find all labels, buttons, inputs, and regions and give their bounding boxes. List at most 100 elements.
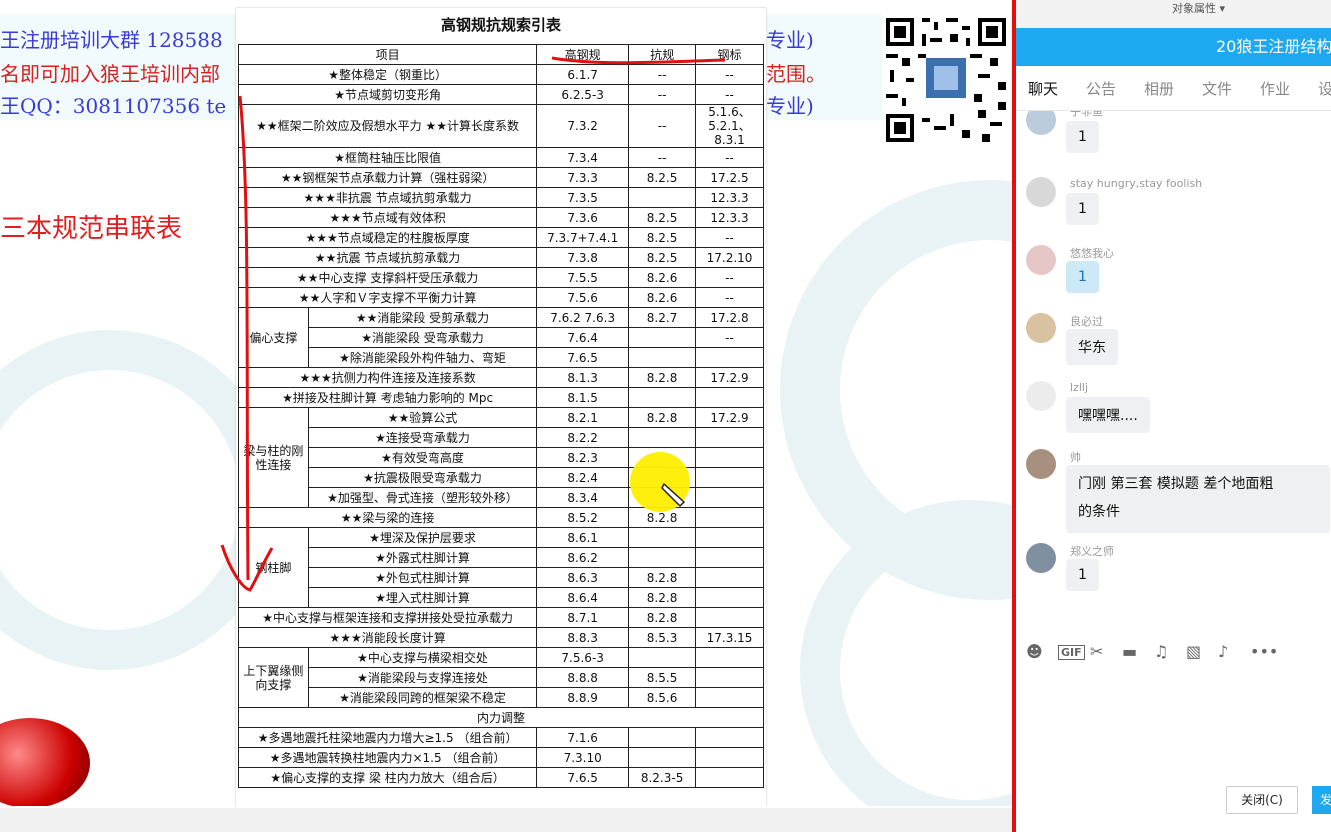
gangbiao-cell: 12.3.3 [695,187,764,208]
gaogang-cell: 8.7.1 [536,607,630,628]
gaogang-cell: 8.8.3 [536,627,630,648]
gaogang-cell: 8.8.8 [536,667,630,688]
gaogang-cell: 7.3.2 [536,104,630,148]
banner-line-2-tail: 范围。 [766,62,826,86]
message-username: 悠悠我心 [1070,247,1114,260]
group-label: 上下翼缘侧向支撑 [238,647,309,708]
avatar[interactable] [1026,111,1056,135]
tab-files[interactable]: 文件 [1202,78,1232,99]
item-cell: ★★消能梁段 受剪承载力 [307,307,538,328]
message-text: 的条件 [1078,504,1120,520]
avatar[interactable] [1026,245,1056,275]
kanggui-cell: 8.2.7 [628,307,697,328]
avatar[interactable] [1026,381,1056,411]
table-row: ★消能梁段 受弯承载力 7.6.4 -- [239,327,764,348]
gaogang-cell: 7.3.6 [536,207,630,228]
item-cell: ★框筒柱轴压比限值 [237,147,538,168]
gaogang-cell: 7.1.6 [536,727,630,748]
input-toolbar: ☻ GIF ✂ ▬ ♫ ▧ ♪ ••• [1016,642,1331,668]
kanggui-cell: 8.2.5 [628,207,697,228]
folder-icon[interactable]: ▬ [1122,642,1137,661]
image-icon[interactable]: ▧ [1186,642,1201,661]
item-cell: ★连接受弯承载力 [307,427,538,448]
tab-album[interactable]: 相册 [1144,78,1174,99]
avatar[interactable] [1026,177,1056,207]
qr-code-icon [882,14,1010,146]
gangbiao-cell [695,647,764,668]
gaogang-cell: 7.5.6-3 [536,647,630,668]
decorative-ball [0,718,90,806]
gaogang-cell: 8.8.9 [536,687,630,708]
gangbiao-cell [695,447,764,468]
item-cell: ★消能梁段同跨的框架梁不稳定 [307,687,538,708]
table-row: ★连接受弯承载力 8.2.2 [239,427,764,448]
bell-icon[interactable]: ♪ [1218,642,1228,661]
message-username: 子非鱼 [1070,111,1103,118]
tab-homework[interactable]: 作业 [1260,78,1290,99]
table-row: ★多遇地震转换柱地震内力×1.5 （组合前） 7.3.10 [237,747,764,768]
gangbiao-cell [695,687,764,708]
item-cell: ★★框架二阶效应及假想水平力 ★★计算长度系数 [237,104,538,148]
gaogang-cell: 7.3.10 [536,747,630,768]
slide-title: 三本规范串联表 [0,214,183,244]
message-bubble: 1 [1066,121,1099,153]
chat-tabs: 聊天 公告 相册 文件 作业 设 [1016,66,1331,111]
gangbiao-cell [695,527,764,548]
kanggui-cell: -- [628,147,697,168]
gangbiao-cell: 17.2.5 [695,167,764,188]
item-cell: ★多遇地震转换柱地震内力×1.5 （组合前） [237,747,538,768]
avatar[interactable] [1026,449,1056,479]
header-kanggui: 抗规 [628,44,697,65]
section-label: 内力调整 [238,707,764,728]
table-row: ★★★节点域稳定的柱腹板厚度 7.3.7+7.4.1 8.2.5 -- [237,227,764,248]
kanggui-cell: 8.2.5 [628,247,697,268]
gangbiao-cell: -- [695,327,764,348]
kanggui-cell: 8.5.6 [628,687,697,708]
music-icon[interactable]: ♫ [1154,642,1168,661]
gaogang-cell: 6.1.7 [536,64,630,85]
section-row: 内力调整 [238,707,764,728]
object-properties-label[interactable]: 对象属性 ▾ [1172,0,1225,16]
kanggui-cell: 8.2.6 [628,287,697,308]
message-username: lzllj [1070,381,1088,394]
tab-chat[interactable]: 聊天 [1028,78,1058,99]
tab-settings[interactable]: 设 [1318,78,1331,99]
kanggui-cell [628,427,697,448]
gangbiao-cell [695,587,764,608]
gaogang-cell: 8.2.1 [536,407,630,428]
gangbiao-cell [695,467,764,488]
gangbiao-cell [695,747,764,768]
index-table: 项目 高钢规 抗规 钢标 ★整体稳定（钢重比） 6.1.7 -- -- ★节点域剪切变形角 6.2… [237,44,764,788]
table-title: 高钢规抗规索引表 [440,16,561,34]
message-bubble: 1 [1066,261,1099,293]
avatar[interactable] [1026,313,1056,343]
scissors-icon[interactable]: ✂ [1090,642,1103,661]
tab-announcement[interactable]: 公告 [1086,78,1116,99]
send-button[interactable]: 发 [1312,786,1331,814]
kanggui-cell [628,647,697,668]
smile-icon[interactable]: ☻ [1026,642,1043,661]
gangbiao-cell [695,347,764,368]
avatar[interactable] [1026,543,1056,573]
gif-icon[interactable]: GIF [1058,645,1085,660]
more-icon[interactable]: ••• [1250,642,1278,661]
kanggui-cell [628,727,697,748]
table-row: ★★★非抗震 节点域抗剪承载力 7.3.5 12.3.3 [237,187,764,208]
gaogang-cell: 7.6.5 [536,347,630,368]
kanggui-cell: 8.2.3-5 [628,767,697,788]
gaogang-cell: 8.2.3 [536,447,630,468]
close-button[interactable]: 关闭(C) [1226,786,1298,814]
gaogang-cell: 7.6.5 [536,767,630,788]
item-cell: ★★★抗侧力构件连接及连接系数 [237,367,538,388]
table-row: ★消能梁段与支撑连接处 8.8.8 8.5.5 [239,667,764,688]
table-row: ★节点域剪切变形角 6.2.5-3 -- -- [237,84,764,105]
table-row: ★中心支撑与框架连接和支撑拼接处受拉承载力 8.7.1 8.2.8 [237,607,764,628]
kanggui-cell: 8.2.8 [628,607,697,628]
gangbiao-cell: 17.3.15 [695,627,764,648]
gaogang-cell: 7.3.4 [536,147,630,168]
table-row: ★★★抗侧力构件连接及连接系数 8.1.3 8.2.8 17.2.9 [237,367,764,388]
table-row: ★拼接及柱脚计算 考虑轴力影响的 Mpc 8.1.5 [237,387,764,408]
item-cell: ★埋入式柱脚计算 [307,587,538,608]
gangbiao-cell: 17.2.10 [695,247,764,268]
item-cell: ★★★节点域有效体积 [237,207,538,228]
